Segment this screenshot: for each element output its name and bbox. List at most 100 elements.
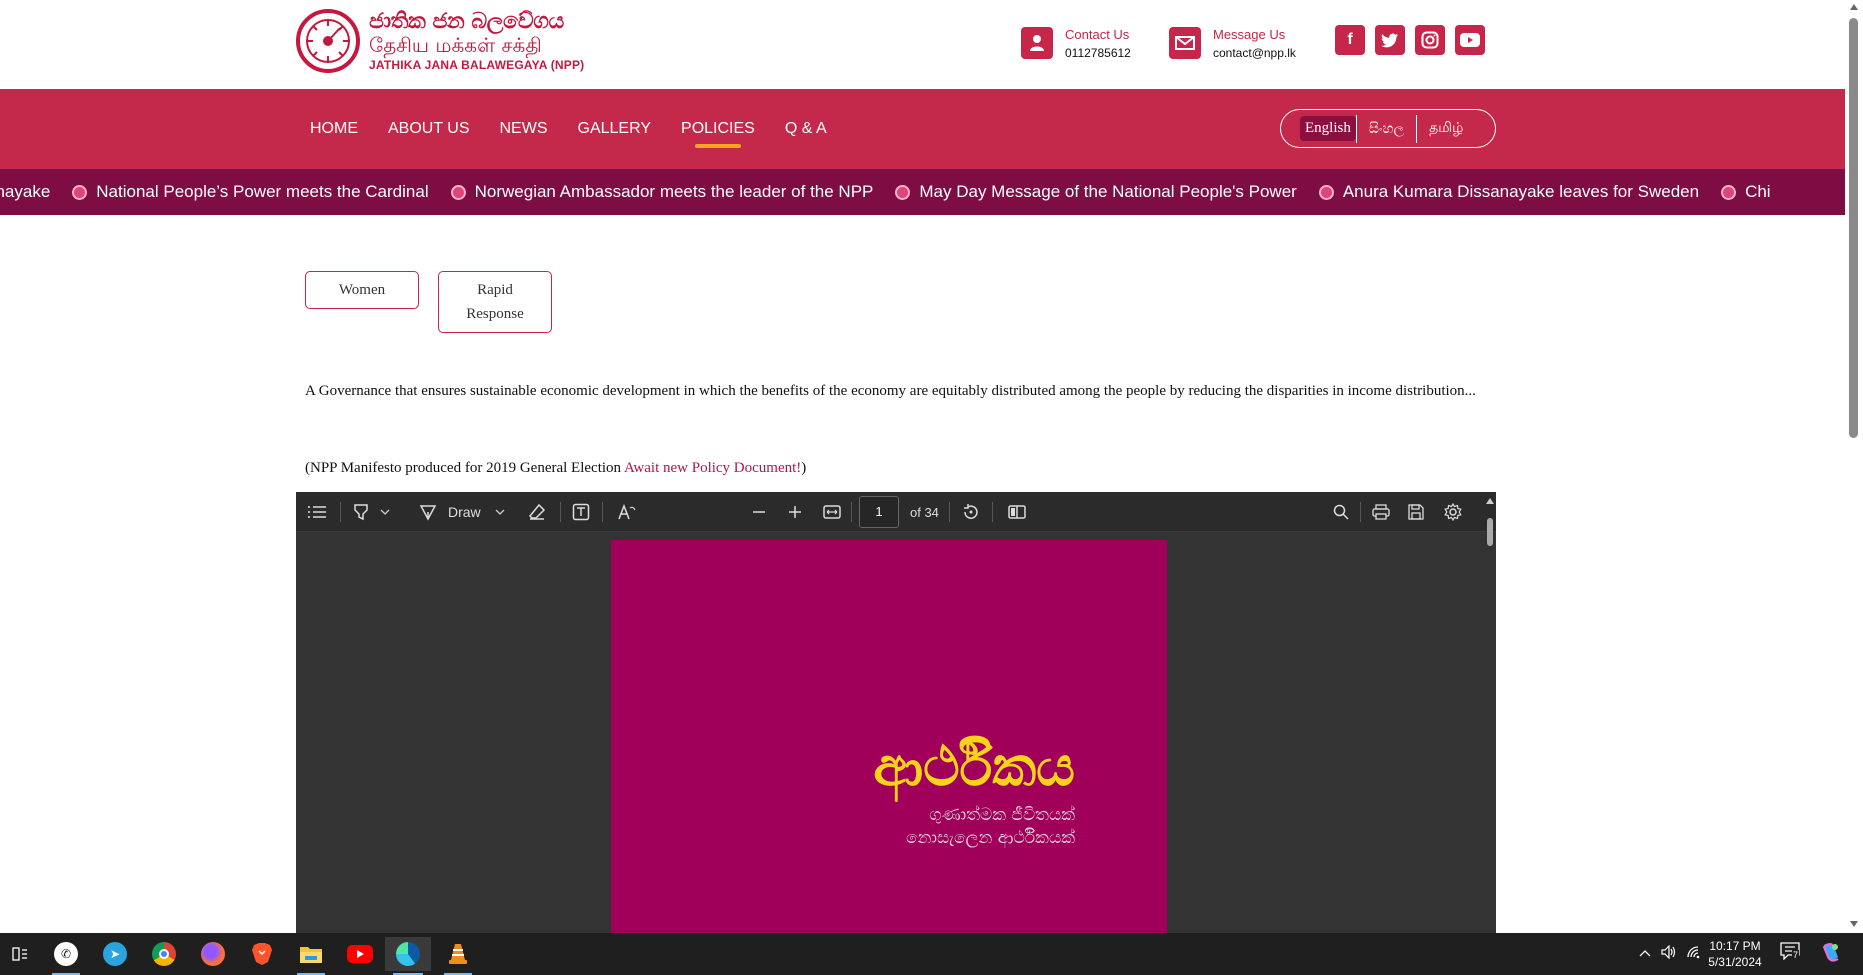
ticker-item[interactable]: May Day Message of the National People's… (895, 182, 1297, 202)
page-number-input[interactable]: 1 (859, 496, 899, 528)
cover-subtitle-2: නොසැලෙන ආර්ථිකයක් (906, 828, 1075, 848)
gear-icon[interactable] (1444, 500, 1462, 524)
nav-news[interactable]: NEWS (500, 120, 548, 138)
notification-icon[interactable]: 7 (1780, 942, 1800, 963)
chevron-down-icon[interactable] (380, 500, 390, 524)
youtube-app-icon[interactable] (340, 937, 380, 971)
edge-icon[interactable] (385, 937, 431, 975)
manifesto-suffix: ) (801, 460, 807, 476)
pdf-viewer: Draw 1 of 34 ආර්ථිකය ගුණාත්මක ජීවිතයක් න… (296, 492, 1496, 933)
ticker-item[interactable]: Anura Kumara Dissanayake leaves for Swed… (1318, 182, 1699, 202)
instagram-icon[interactable] (1415, 25, 1445, 55)
npp-dot-icon (450, 184, 466, 200)
zoom-in-icon[interactable] (788, 500, 802, 524)
social-links: f (1335, 25, 1485, 55)
nav-about-us[interactable]: ABOUT US (388, 120, 470, 138)
language-tamil[interactable]: தமிழ் (1417, 120, 1475, 138)
logo-english: JATHIKA JANA BALAWEGAYA (NPP) (369, 58, 585, 72)
fit-width-icon[interactable] (823, 500, 841, 524)
contact-us-label: Contact Us (1065, 27, 1130, 42)
system-clock[interactable]: 10:17 PM 5/31/2024 (1700, 938, 1770, 970)
facebook-icon[interactable]: f (1335, 25, 1365, 55)
nav-policies[interactable]: POLICIES (681, 120, 755, 148)
nav-qa[interactable]: Q & A (785, 120, 827, 138)
ticker-item[interactable]: Chi (1721, 182, 1771, 202)
chevron-down-icon[interactable] (495, 500, 505, 524)
ticker-item[interactable]: Norwegian Ambassador meets the leader of… (450, 182, 874, 202)
contents-icon[interactable] (308, 500, 326, 524)
manifesto-note: (NPP Manifesto produced for 2019 General… (305, 460, 806, 477)
chrome-icon[interactable] (144, 937, 184, 971)
rotate-icon[interactable] (962, 500, 980, 524)
policy-description: A Governance that ensures sustainable ec… (305, 383, 1476, 399)
scroll-up-arrow-icon[interactable] (1850, 4, 1858, 10)
toolbar-divider (340, 502, 341, 522)
ticker-item[interactable]: anayake (0, 182, 50, 202)
toolbar-divider (602, 502, 603, 522)
ticker-item-text: May Day Message of the National People's… (919, 182, 1297, 201)
message-us-block[interactable]: Message Us contact@npp.lk (1169, 27, 1296, 63)
logo-sinhala: ජාතික ජන බලවේගය (369, 9, 564, 34)
ticker-track: anayake National People’s Power meets th… (0, 169, 1793, 215)
policy-women-button[interactable]: Women (305, 271, 419, 309)
ticker-item-text: Norwegian Ambassador meets the leader of… (474, 182, 874, 201)
pdf-page-cover: ආර්ථිකය ගුණාත්මක ජීවිතයක් නොසැලෙන ආර්ථික… (611, 540, 1167, 933)
manifesto-prefix: (NPP Manifesto produced for 2019 General… (305, 460, 624, 476)
npp-emblem-icon (296, 9, 360, 73)
news-ticker: anayake National People’s Power meets th… (0, 169, 1845, 215)
copilot-icon[interactable] (1820, 941, 1842, 966)
print-icon[interactable] (1372, 500, 1390, 524)
npp-dot-icon (895, 184, 911, 200)
telegram-icon[interactable]: ➤ (95, 937, 135, 971)
toolbar-divider (1360, 502, 1361, 522)
vlc-icon[interactable] (438, 937, 478, 975)
toolbar-divider (851, 502, 852, 522)
npp-dot-icon (72, 184, 88, 200)
scroll-down-arrow-icon[interactable] (1850, 921, 1858, 927)
nav-gallery[interactable]: GALLERY (578, 120, 652, 138)
brave-icon[interactable] (242, 937, 282, 971)
whatsapp-icon[interactable]: ✆ (46, 937, 86, 975)
volume-icon[interactable] (1661, 944, 1677, 962)
nav-home[interactable]: HOME (310, 120, 358, 138)
ticker-item[interactable]: National People’s Power meets the Cardin… (72, 182, 429, 202)
scroll-up-arrow-icon[interactable] (1486, 498, 1494, 504)
text-box-icon[interactable] (572, 500, 590, 524)
twitter-icon[interactable] (1375, 25, 1405, 55)
pdf-scroll-thumb[interactable] (1487, 518, 1493, 546)
language-sinhala[interactable]: සිංහල (1357, 121, 1416, 137)
chevron-up-icon[interactable] (1639, 945, 1651, 960)
firefox-icon[interactable] (193, 937, 233, 971)
highlight-icon[interactable] (352, 500, 370, 524)
cover-subtitle-1: ගුණාත්මක ජීවිතයක් (929, 805, 1075, 825)
read-aloud-icon[interactable] (618, 500, 636, 524)
zoom-out-icon[interactable] (752, 500, 766, 524)
nav-menu: HOME ABOUT US NEWS GALLERY POLICIES Q & … (310, 89, 827, 169)
site-logo[interactable]: ජාතික ජන බලවේගය தேசிய மக்கள் சக்தி JATHI… (295, 8, 584, 74)
toolbar-divider (949, 502, 950, 522)
contact-us-block[interactable]: Contact Us 0112785612 (1021, 27, 1131, 63)
task-view-icon[interactable] (0, 937, 40, 971)
ticker-item-text: Chi (1745, 182, 1771, 201)
logo-tamil: தேசிய மக்கள் சக்தி (369, 33, 542, 57)
save-icon[interactable] (1408, 500, 1424, 524)
pdf-scrollbar[interactable] (1484, 496, 1496, 933)
draw-icon[interactable] (419, 500, 437, 524)
user-icon (1021, 27, 1053, 59)
search-icon[interactable] (1333, 500, 1349, 524)
eraser-icon[interactable] (528, 500, 546, 524)
clock-time: 10:17 PM (1709, 939, 1761, 953)
page-scrollbar[interactable] (1845, 0, 1863, 933)
language-english[interactable]: English (1300, 116, 1356, 141)
page-scroll-thumb[interactable] (1849, 18, 1858, 438)
cover-title: ආර්ථිකය (873, 735, 1075, 798)
file-explorer-icon[interactable] (291, 937, 331, 975)
clock-date: 5/31/2024 (1708, 955, 1762, 969)
policy-rapid-response-button[interactable]: Rapid Response (438, 271, 552, 333)
page-view-icon[interactable] (1008, 500, 1026, 524)
message-us-label: Message Us (1213, 27, 1286, 42)
await-policy-link[interactable]: Await new Policy Document! (624, 460, 801, 476)
youtube-icon[interactable] (1455, 25, 1485, 55)
draw-button[interactable]: Draw (448, 500, 481, 524)
contact-phone: 0112785612 (1065, 46, 1131, 60)
